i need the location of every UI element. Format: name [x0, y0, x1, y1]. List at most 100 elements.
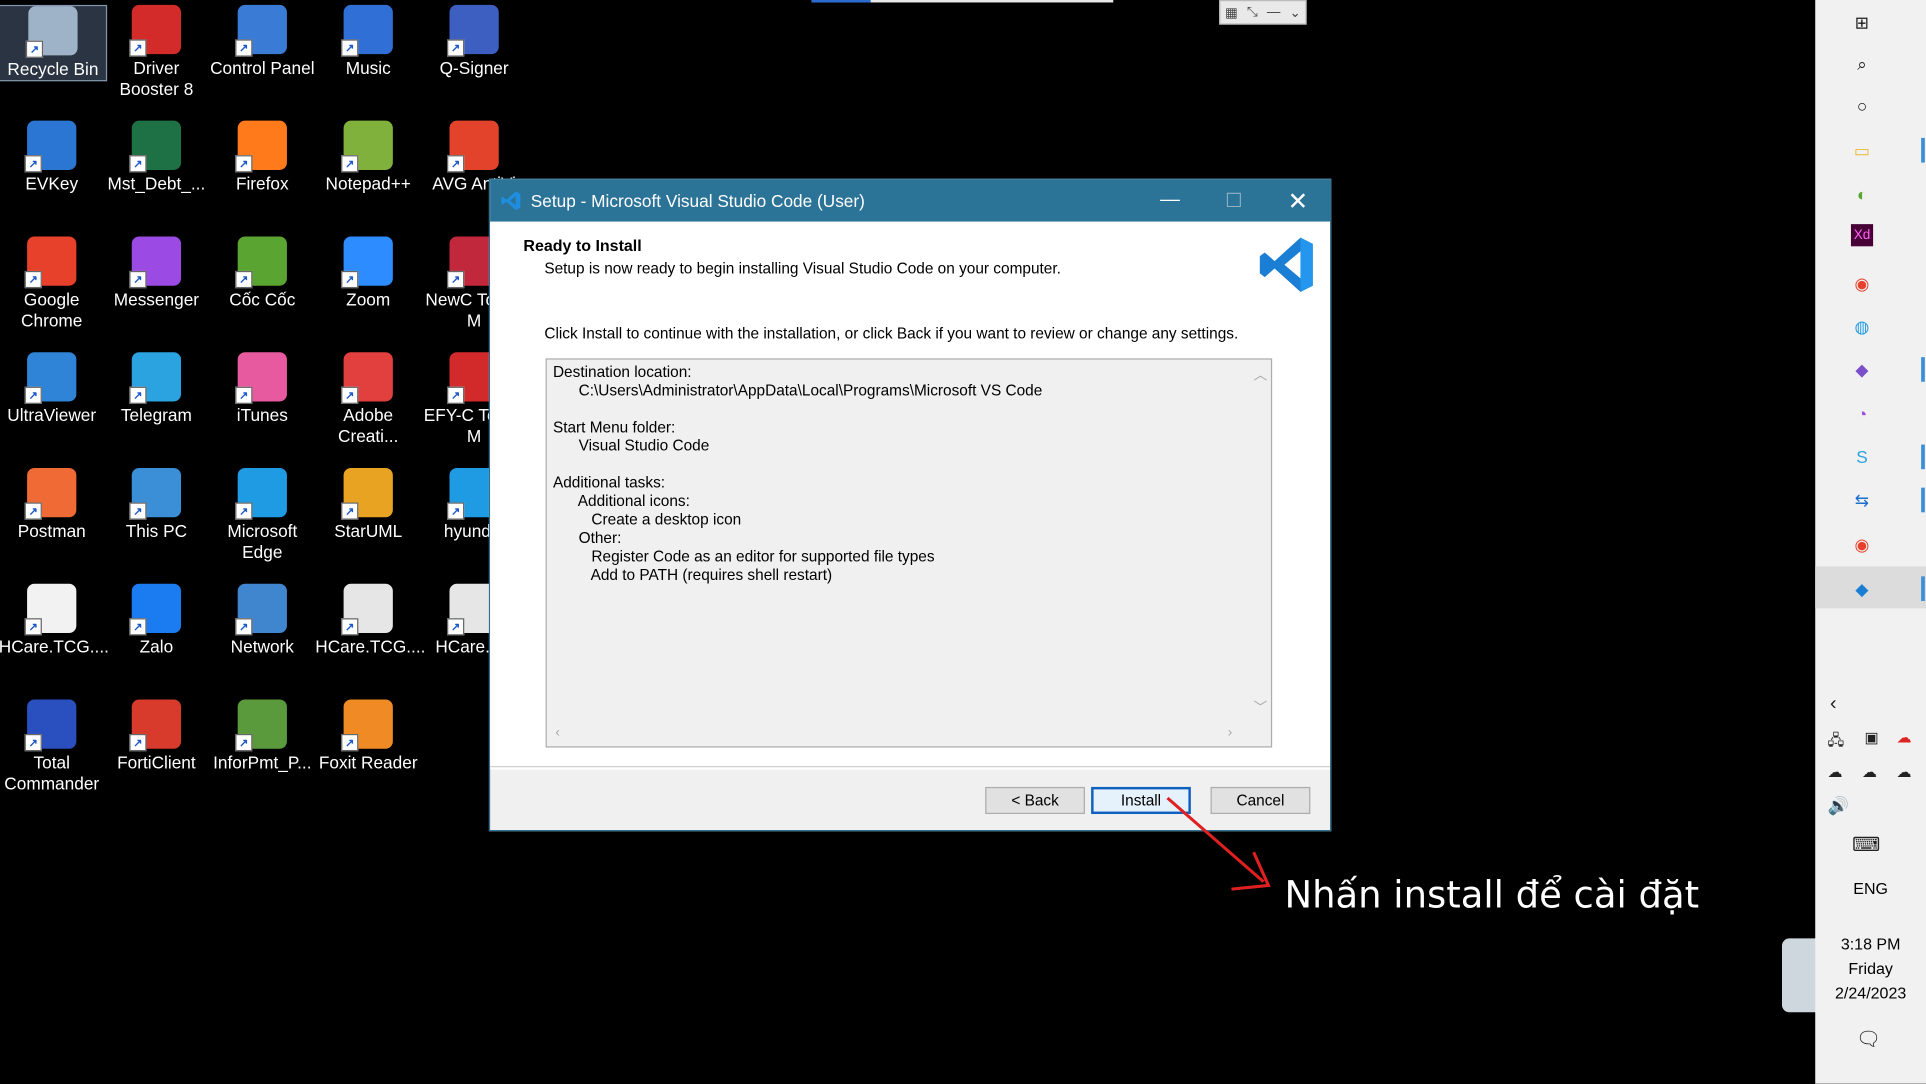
desktop-icon[interactable]: ↗ Control Panel: [209, 4, 315, 79]
desktop-icon[interactable]: ↗ StarUML: [315, 467, 421, 542]
scroll-down-icon[interactable]: ﹀: [1254, 697, 1268, 717]
desktop-icon[interactable]: ↗ Zoom: [315, 236, 421, 310]
shortcut-arrow-icon: ↗: [129, 155, 147, 173]
footer-divider: [490, 765, 1331, 768]
desktop-icon[interactable]: ↗ Zalo: [103, 583, 209, 658]
desktop-icon[interactable]: ↗ Network: [209, 583, 315, 658]
sync-error-icon[interactable]: ☁: [1897, 729, 1912, 746]
summary-text: Destination location: C:\Users\Administr…: [552, 363, 1043, 584]
instruction-text: Click Install to continue with the insta…: [544, 325, 1239, 343]
chevron-down-icon[interactable]: ⌄: [1289, 4, 1300, 21]
skype-icon[interactable]: S: [1847, 442, 1877, 472]
keyboard-icon[interactable]: ⌨: [1852, 832, 1880, 857]
sync-icon[interactable]: ☁: [1897, 764, 1912, 781]
maximize-button: ☐: [1225, 190, 1243, 212]
shortcut-arrow-icon: ↗: [235, 502, 253, 520]
running-indicator: [1921, 357, 1925, 382]
desktop-icon[interactable]: ↗ UltraViewer: [0, 352, 105, 426]
search-icon[interactable]: ⌕: [1847, 49, 1877, 79]
clock[interactable]: 3:18 PM Friday 2/24/2023: [1815, 932, 1926, 1006]
language-indicator[interactable]: ENG: [1815, 879, 1926, 897]
control-panel-icon: ↗: [235, 4, 287, 57]
foxit-reader-icon: ↗: [341, 699, 393, 752]
sync-icon[interactable]: ☁: [1828, 764, 1843, 781]
edge-icon[interactable]: ◍: [1847, 312, 1877, 342]
minimize-icon[interactable]: —: [1267, 5, 1281, 20]
desktop-icon[interactable]: ↗ Telegram: [103, 352, 209, 426]
adobe-xd-icon[interactable]: Xd: [1850, 224, 1874, 247]
network-tray-icon[interactable]: 🖧: [1828, 729, 1844, 755]
dialog-titlebar[interactable]: Setup - Microsoft Visual Studio Code (Us…: [490, 179, 1331, 222]
clock-time: 3:18 PM: [1840, 934, 1901, 954]
shortcut-arrow-icon: ↗: [235, 270, 253, 289]
vscode-icon[interactable]: ◆: [1847, 574, 1877, 604]
desktop-icon[interactable]: ↗ iTunes: [209, 352, 315, 426]
desktop-icon[interactable]: ↗ Mst_Debt_...: [103, 120, 209, 195]
adobe-creative-cloud-icon: ↗: [341, 352, 393, 404]
teamviewer-side-tab[interactable]: [1781, 938, 1817, 1013]
desktop-icon-label: HCare.TCG....: [315, 636, 426, 657]
shortcut-arrow-icon: ↗: [24, 618, 42, 636]
chrome-icon[interactable]: ◉: [1847, 530, 1877, 560]
shortcut-arrow-icon: ↗: [235, 733, 253, 752]
shortcut-arrow-icon: ↗: [129, 502, 147, 520]
chevron-left-icon[interactable]: ‹: [1830, 693, 1837, 715]
desktop-icon[interactable]: ↗ HCare.TCG....: [0, 583, 109, 658]
close-button[interactable]: ✕: [1266, 180, 1330, 222]
minimize-button[interactable]: —: [1138, 180, 1202, 222]
teamviewer-icon[interactable]: ⇆: [1847, 485, 1877, 515]
sync-icon[interactable]: ☁: [1862, 764, 1877, 781]
desktop-icon[interactable]: ↗ Total Commander: [0, 699, 105, 794]
scroll-right-icon[interactable]: ›: [1228, 725, 1233, 740]
cancel-button[interactable]: Cancel: [1210, 786, 1311, 815]
desktop-icon[interactable]: ↗ Messenger: [103, 236, 209, 310]
desktop-icon-label: HCare.TCG....: [0, 636, 109, 657]
vertical-scrollbar[interactable]: ︿ ﹀: [1249, 360, 1271, 722]
grid-icon[interactable]: ▦: [1225, 4, 1238, 21]
desktop-icon-label: Recycle Bin: [7, 59, 99, 79]
scroll-left-icon[interactable]: ‹: [555, 725, 560, 740]
desktop-icon[interactable]: ↗ Music: [315, 4, 421, 79]
desktop-icon-label: FortiClient: [117, 752, 196, 773]
file-explorer-icon[interactable]: ▭: [1847, 135, 1877, 165]
ultraviewer-icon: ↗: [24, 352, 77, 404]
horizontal-scrollbar[interactable]: ‹ ›: [547, 722, 1271, 747]
chrome-icon[interactable]: ◉: [1847, 268, 1877, 298]
messenger-icon[interactable]: ◔: [1847, 399, 1877, 429]
shortcut-arrow-icon: ↗: [24, 270, 42, 289]
volume-icon[interactable]: 🔊: [1828, 796, 1849, 817]
desktop-icon[interactable]: ↗ Q-Signer: [421, 4, 527, 79]
desktop-icon[interactable]: ↗ Recycle Bin: [0, 4, 108, 82]
config-file-icon: ↗: [341, 583, 393, 636]
windows-start-icon[interactable]: ⊞: [1847, 7, 1877, 37]
desktop-icon[interactable]: ↗ Driver Booster 8: [103, 4, 209, 100]
scroll-up-icon[interactable]: ︿: [1254, 365, 1268, 385]
remote-toolbar[interactable]: ▦ ⤡ — ⌄: [1219, 0, 1307, 25]
device-tray-icon[interactable]: ▣: [1864, 729, 1878, 746]
summary-memo[interactable]: Destination location: C:\Users\Administr…: [545, 358, 1273, 748]
coc-coc-icon[interactable]: ◐: [1847, 180, 1877, 210]
cortana-icon[interactable]: ○: [1847, 91, 1877, 121]
desktop-icon[interactable]: ↗ InforPmt_P...: [209, 699, 315, 773]
notification-icon[interactable]: 🗨: [1856, 1027, 1881, 1052]
desktop-icon[interactable]: ↗ EVKey: [0, 120, 105, 195]
visual-studio-icon[interactable]: ◆: [1847, 355, 1877, 385]
desktop-icon[interactable]: ↗ Notepad++: [315, 120, 421, 195]
desktop-icon-label: Firefox: [235, 173, 289, 194]
desktop-icon[interactable]: ↗ Microsoft Edge: [209, 467, 315, 563]
shortcut-arrow-icon: ↗: [341, 618, 359, 636]
collapse-icon[interactable]: ⤡: [1247, 4, 1258, 20]
desktop-icon[interactable]: ↗ FortiClient: [103, 699, 209, 773]
desktop-icon-label: UltraViewer: [7, 405, 97, 425]
desktop-icon[interactable]: ↗ Adobe Creati...: [315, 352, 421, 447]
network-icon: ↗: [235, 583, 287, 636]
install-button[interactable]: Install: [1091, 786, 1191, 815]
back-button[interactable]: < Back: [985, 786, 1085, 815]
desktop-icon[interactable]: ↗ Firefox: [209, 120, 315, 195]
desktop-icon[interactable]: ↗ Cốc Cốc: [209, 236, 315, 310]
desktop-icon[interactable]: ↗ Foxit Reader: [315, 699, 421, 773]
desktop-icon[interactable]: ↗ Postman: [0, 467, 105, 542]
desktop-icon[interactable]: ↗ Google Chrome: [0, 236, 105, 331]
desktop-icon[interactable]: ↗ HCare.TCG....: [315, 583, 426, 658]
desktop-icon[interactable]: ↗ This PC: [103, 467, 209, 542]
